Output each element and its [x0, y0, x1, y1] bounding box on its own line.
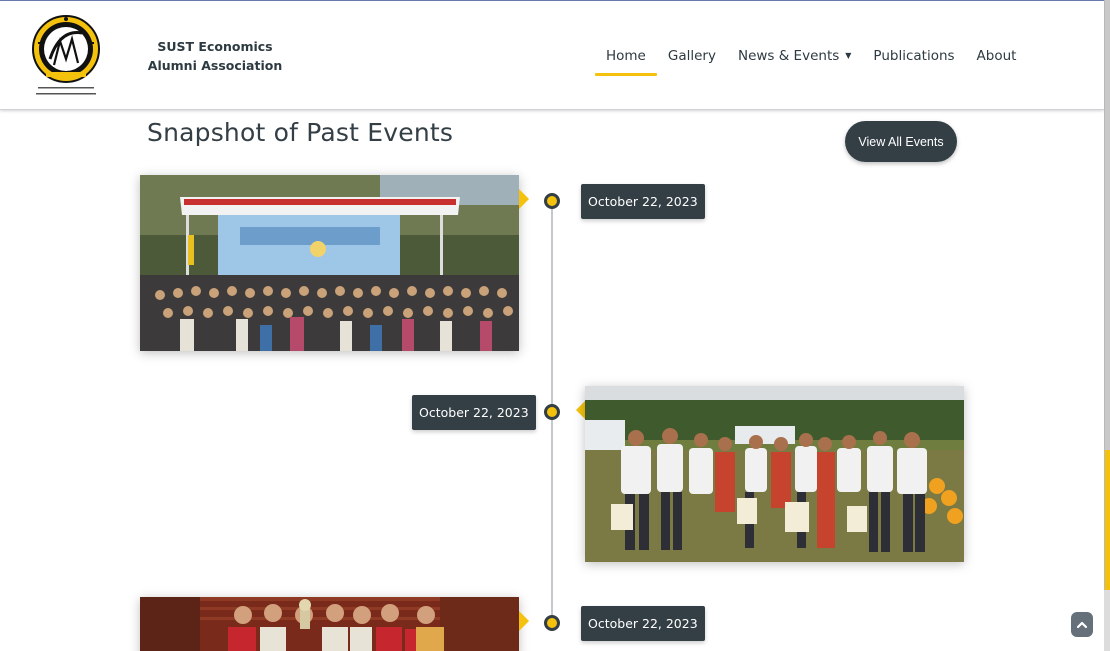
- nav-gallery[interactable]: Gallery: [657, 45, 727, 76]
- nav-home-label: Home: [606, 48, 646, 64]
- timeline-dot-2: [544, 404, 560, 420]
- timeline-dot-3: [544, 615, 560, 631]
- nav-publications-label: Publications: [873, 48, 955, 64]
- event-date-3: October 22, 2023: [581, 606, 705, 641]
- event-photo-1[interactable]: [140, 175, 519, 351]
- event-date-1: October 22, 2023: [581, 184, 705, 219]
- nav-publications[interactable]: Publications: [862, 45, 965, 76]
- site-name[interactable]: SUST Economics Alumni Association: [140, 37, 290, 75]
- scrollbar-accent: [1105, 450, 1110, 590]
- event-photo-3[interactable]: [140, 597, 519, 651]
- site-header: SUST Economics Alumni Association Home G…: [0, 1, 1104, 110]
- nav-gallery-label: Gallery: [667, 48, 716, 64]
- page-scrollbar[interactable]: [1104, 0, 1110, 651]
- event-3-pointer: [519, 611, 529, 631]
- view-all-events-button[interactable]: View All Events: [845, 121, 957, 162]
- nav-home[interactable]: Home: [595, 45, 657, 76]
- back-to-top-button[interactable]: [1071, 612, 1093, 637]
- section-title: Snapshot of Past Events: [147, 118, 454, 147]
- caret-down-icon: ▼: [845, 51, 852, 60]
- nav-about-label: About: [976, 48, 1017, 64]
- nav-news-events-label: News & Events: [737, 48, 840, 64]
- timeline-dot-1: [544, 193, 560, 209]
- event-1-pointer: [519, 189, 529, 209]
- chevron-up-icon: [1076, 621, 1088, 628]
- event-date-2: October 22, 2023: [412, 395, 536, 430]
- page: SUST Economics Alumni Association Home G…: [0, 0, 1110, 651]
- nav-news-events[interactable]: News & Events ▼: [727, 45, 862, 76]
- main-nav: Home Gallery News & Events ▼ Publications…: [595, 45, 1027, 77]
- nav-about[interactable]: About: [966, 45, 1028, 76]
- site-logo[interactable]: [30, 9, 102, 99]
- event-photo-2[interactable]: [585, 386, 964, 562]
